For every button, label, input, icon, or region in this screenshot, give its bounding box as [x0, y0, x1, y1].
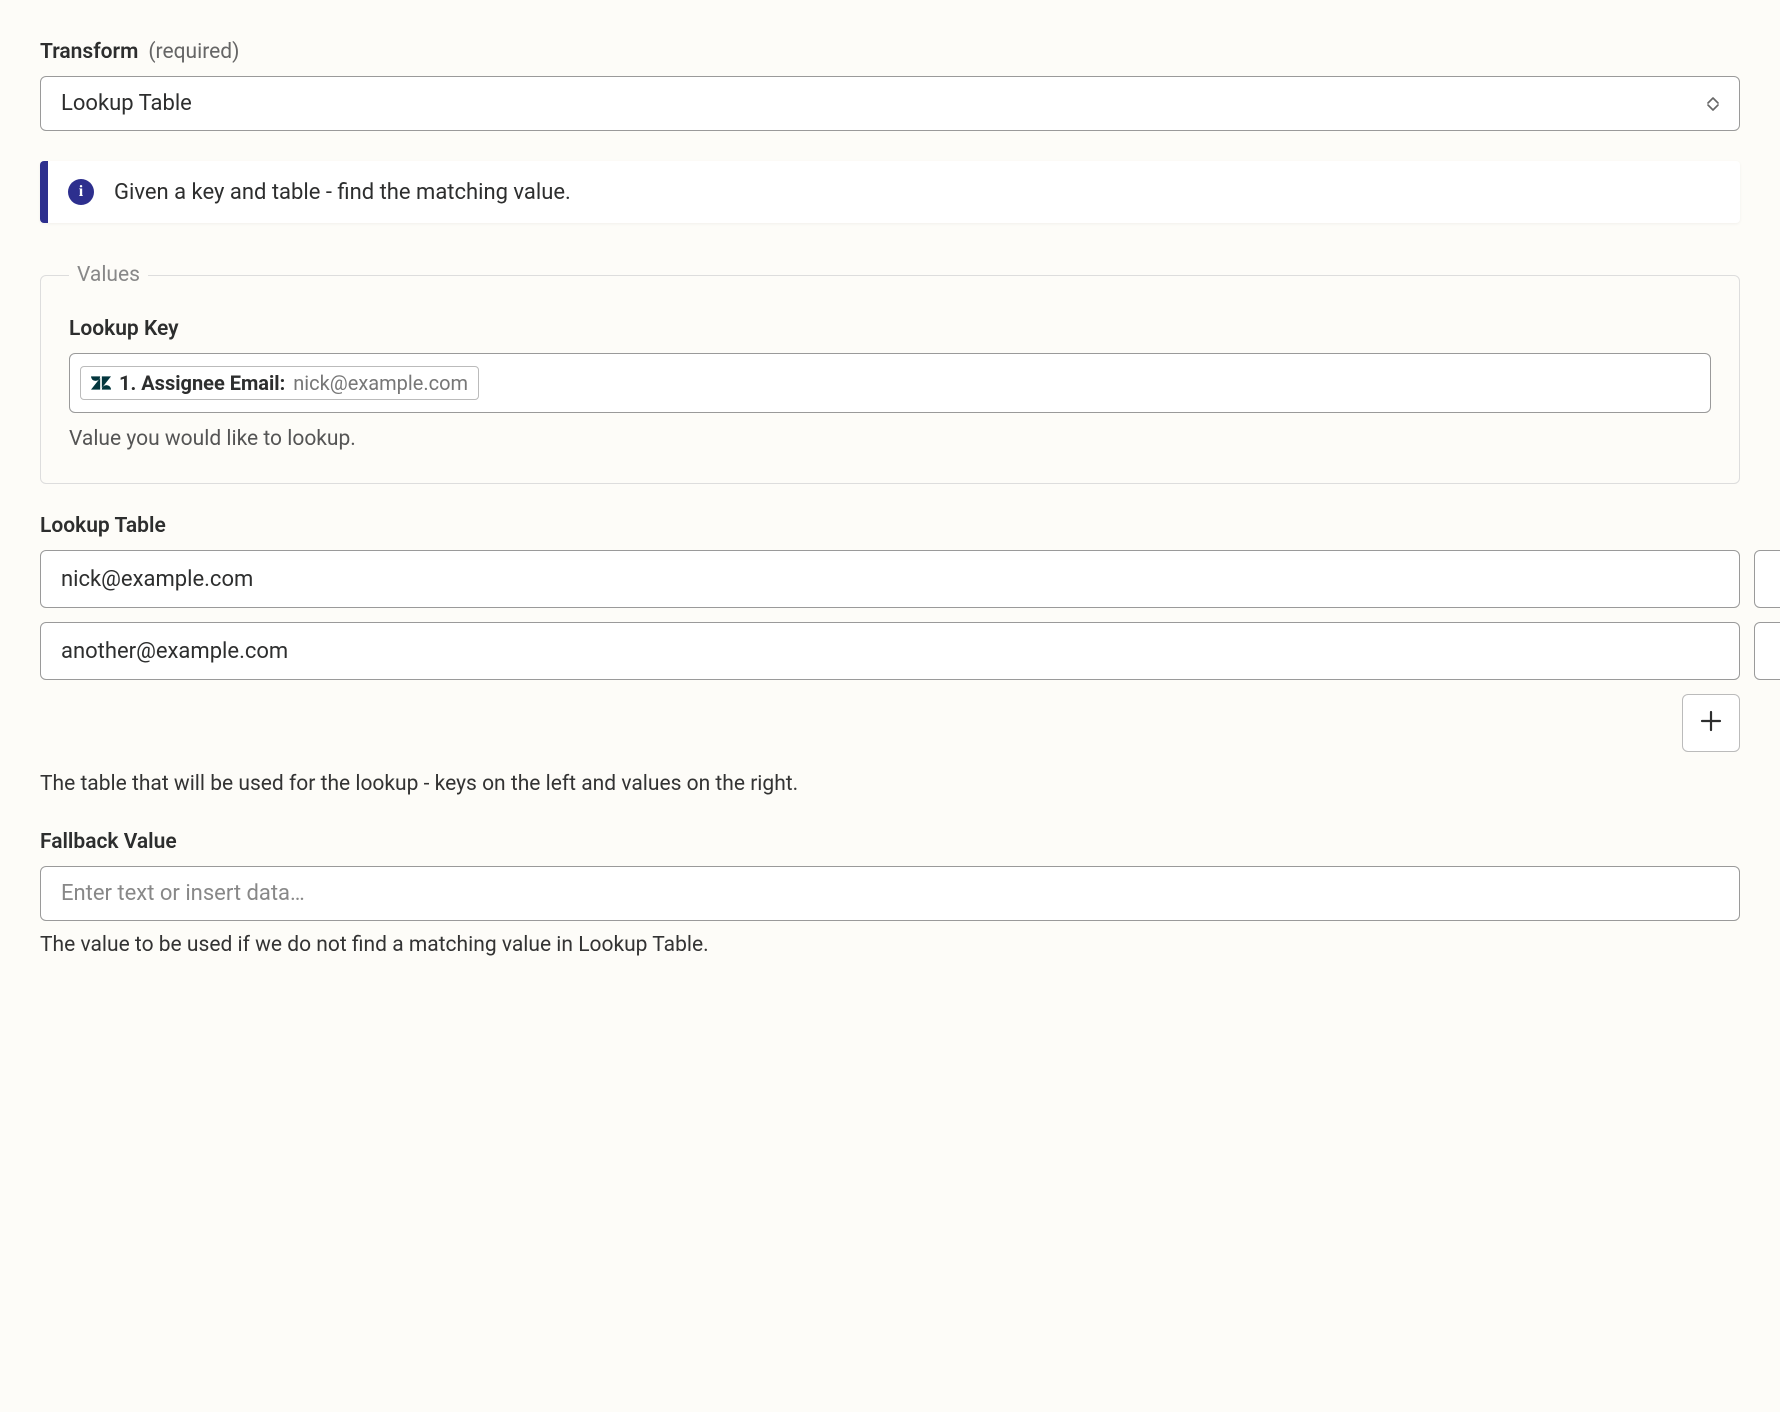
table-row [40, 550, 1740, 608]
transform-label: Transform [40, 40, 138, 64]
lookup-key-input-1[interactable] [40, 622, 1740, 680]
transform-field: Transform (required) Lookup Table [40, 40, 1740, 131]
lookup-key-help: Value you would like to lookup. [69, 427, 1711, 451]
info-icon: i [68, 179, 94, 205]
transform-select-value: Lookup Table [61, 91, 192, 116]
lookup-value-input-0[interactable] [1754, 550, 1780, 608]
zendesk-icon [91, 373, 111, 393]
table-row [40, 622, 1740, 680]
lookup-table-section: Lookup Table The table that will be used… [40, 514, 1740, 796]
transform-required: (required) [148, 40, 239, 64]
fallback-description: The value to be used if we do not find a… [40, 933, 1740, 957]
fallback-label: Fallback Value [40, 830, 1740, 854]
lookup-table-label: Lookup Table [40, 514, 1740, 538]
values-fieldset: Values Lookup Key 1. Assignee Email: nic… [40, 263, 1740, 484]
fallback-input[interactable] [40, 866, 1740, 921]
values-legend: Values [69, 263, 148, 287]
lookup-key-label: Lookup Key [69, 317, 1711, 341]
info-text: Given a key and table - find the matchin… [114, 180, 571, 205]
transform-label-row: Transform (required) [40, 40, 1740, 64]
lookup-key-pill-value: nick@example.com [293, 371, 468, 395]
transform-select[interactable]: Lookup Table [40, 76, 1740, 131]
add-row-wrap [40, 694, 1740, 752]
lookup-key-input-0[interactable] [40, 550, 1740, 608]
chevron-up-down-icon [1707, 97, 1719, 111]
plus-icon [1700, 708, 1722, 739]
lookup-key-input[interactable]: 1. Assignee Email: nick@example.com [69, 353, 1711, 413]
lookup-table-description: The table that will be used for the look… [40, 772, 1740, 796]
lookup-key-pill[interactable]: 1. Assignee Email: nick@example.com [80, 366, 479, 400]
fallback-section: Fallback Value The value to be used if w… [40, 830, 1740, 957]
info-banner: i Given a key and table - find the match… [40, 161, 1740, 223]
lookup-key-pill-prefix: 1. Assignee Email: [119, 371, 285, 395]
lookup-value-input-1[interactable] [1754, 622, 1780, 680]
add-row-button[interactable] [1682, 694, 1740, 752]
